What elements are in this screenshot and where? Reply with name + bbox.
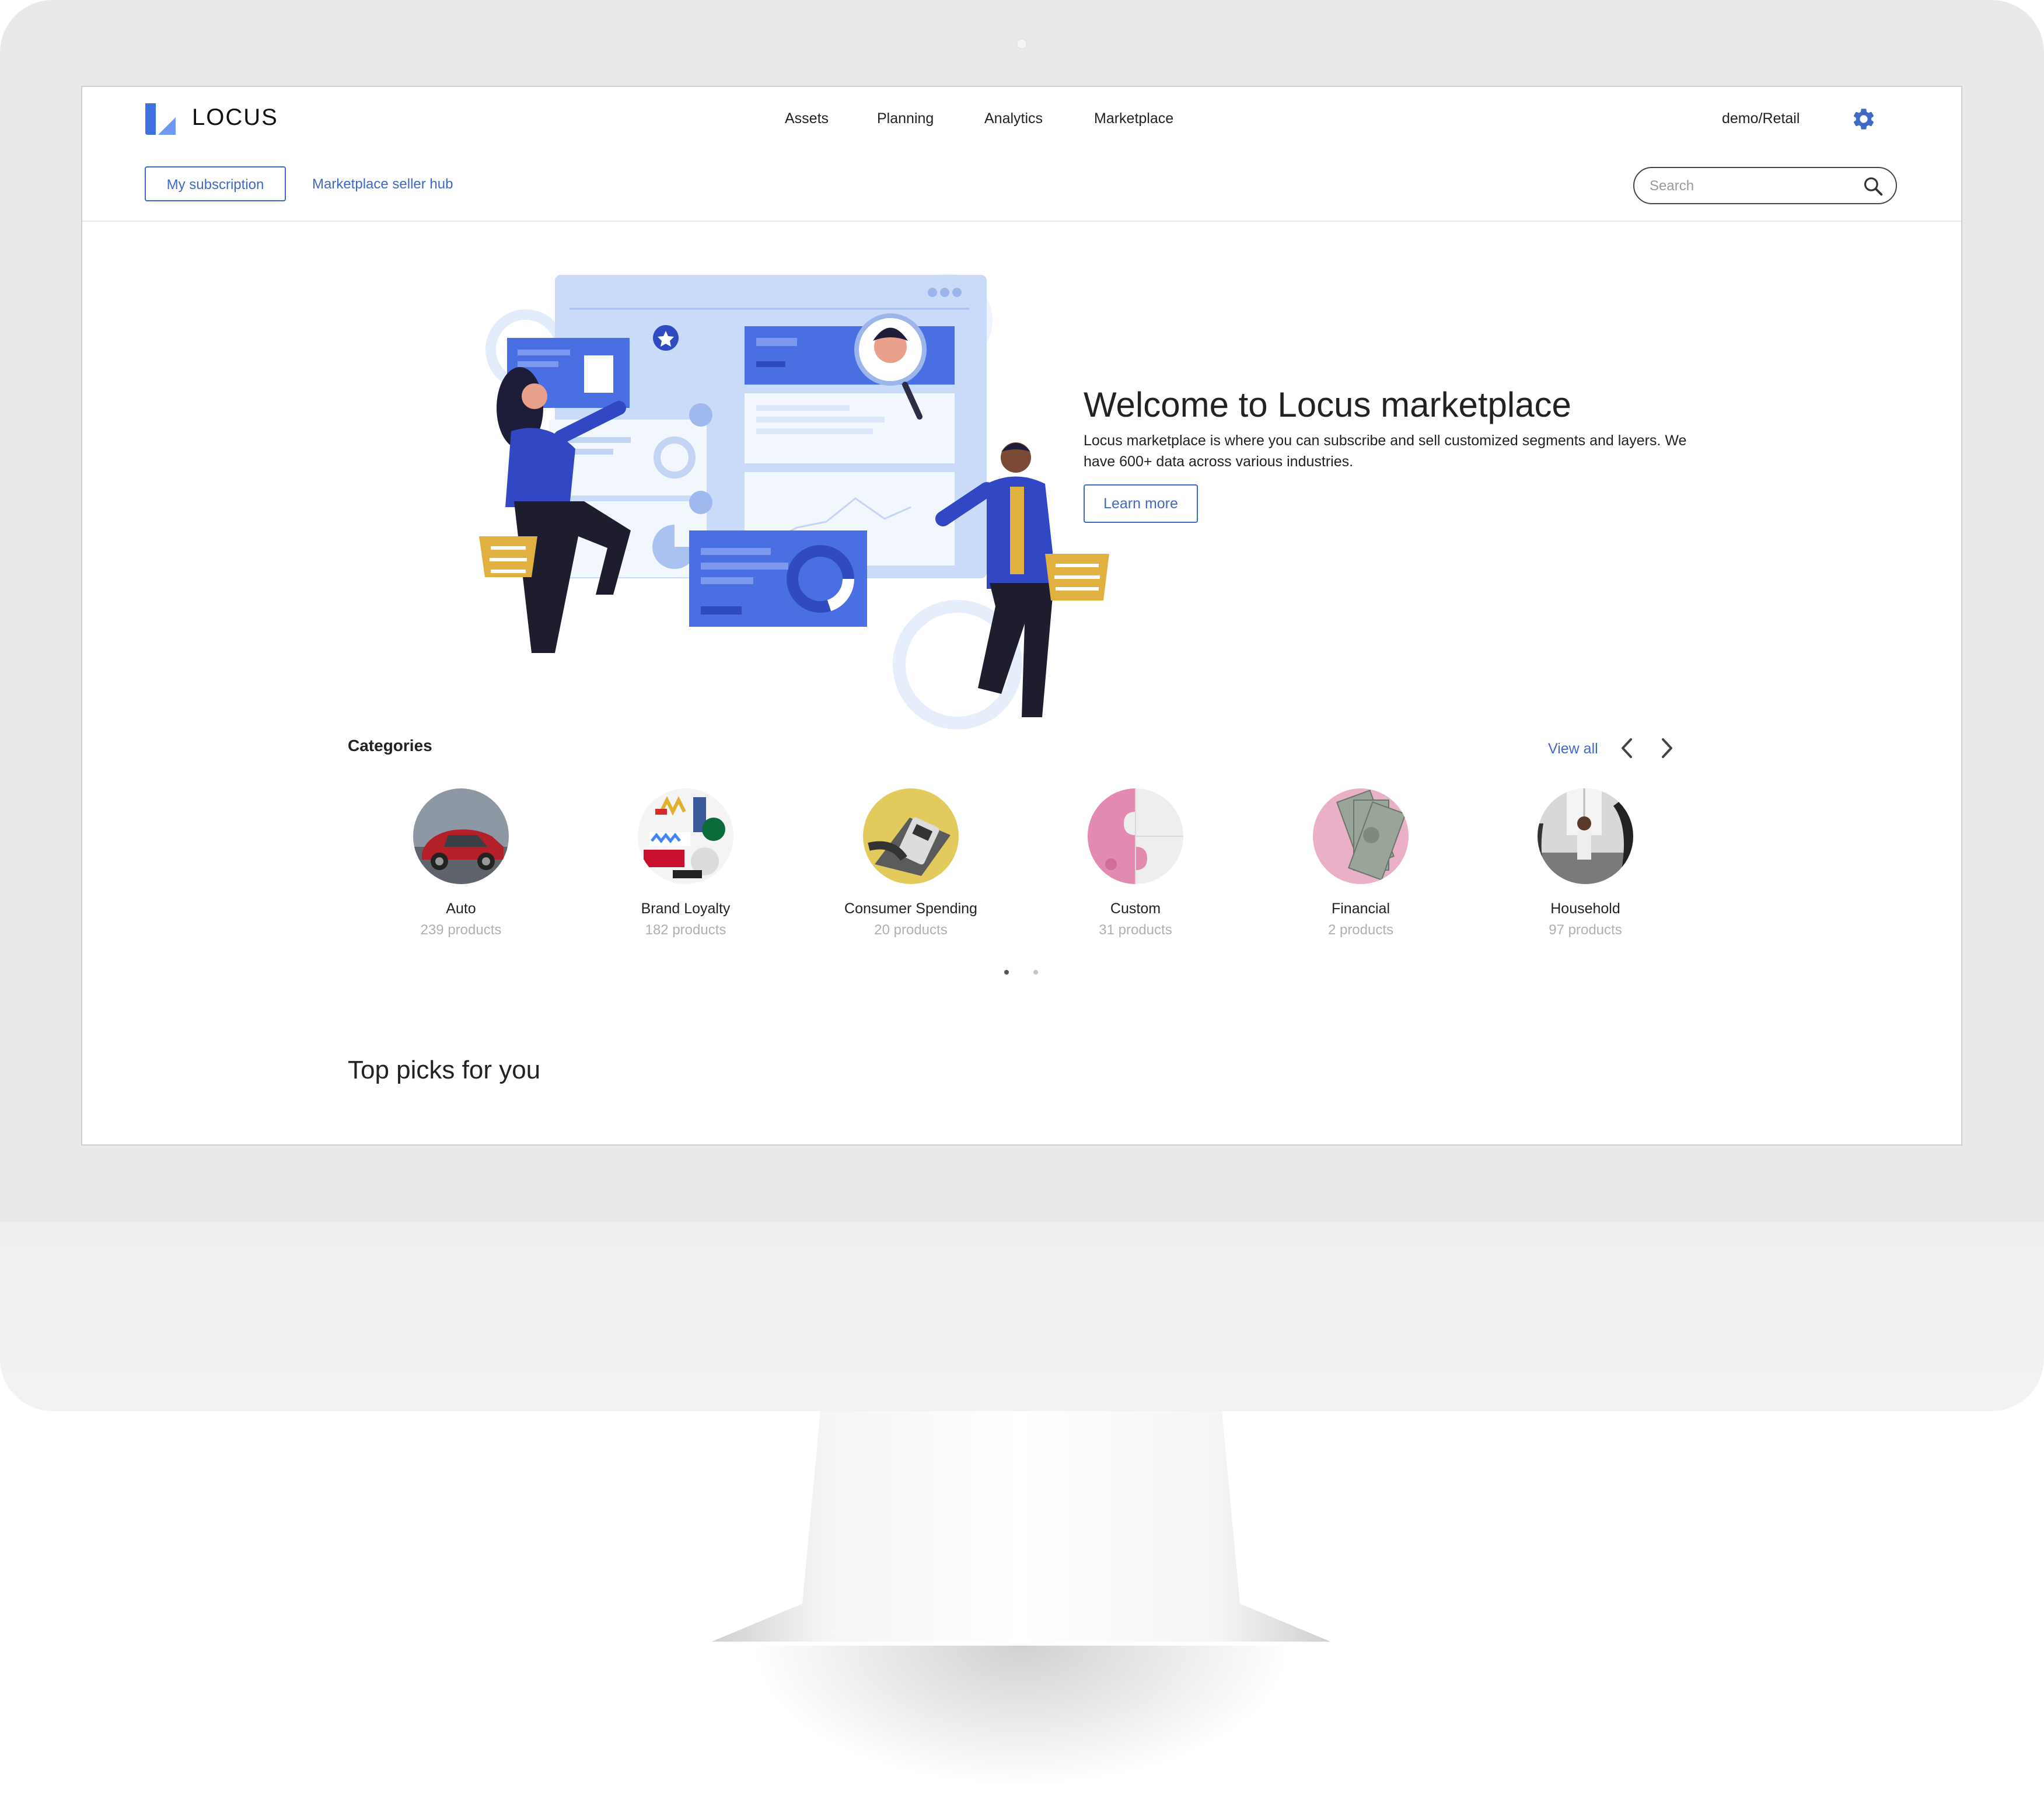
learn-more-button[interactable]: Learn more: [1084, 484, 1198, 523]
hero-illustration: [479, 274, 1109, 729]
hero-title: Welcome to Locus marketplace: [1084, 385, 1571, 424]
account-name[interactable]: demo/Retail: [1722, 110, 1800, 127]
category-count: 20 products: [874, 922, 948, 938]
category-image-custom: [1088, 788, 1183, 884]
category-image-brand-loyalty: [638, 788, 733, 884]
nav-analytics[interactable]: Analytics: [984, 110, 1043, 127]
category-name: Auto: [446, 900, 476, 917]
category-count: 2 products: [1327, 922, 1394, 938]
seller-hub-link[interactable]: Marketplace seller hub: [312, 176, 453, 193]
category-custom[interactable]: Custom 31 products: [1030, 788, 1241, 938]
category-image-household: [1538, 788, 1633, 884]
screen: LOCUS Assets Planning Analytics Marketpl…: [81, 86, 1962, 1146]
category-household[interactable]: Household 97 products: [1480, 788, 1690, 938]
category-name: Household: [1550, 900, 1620, 917]
view-all-link[interactable]: View all: [1548, 741, 1598, 757]
chevron-right-icon[interactable]: [1656, 736, 1677, 760]
category-name: Consumer Spending: [844, 900, 977, 917]
categories-title: Categories: [348, 736, 432, 755]
category-name: Financial: [1331, 900, 1390, 917]
category-image-financial: [1313, 788, 1409, 884]
locus-logo-icon[interactable]: [144, 103, 177, 135]
my-subscription-button[interactable]: My subscription: [145, 166, 286, 201]
gear-icon[interactable]: [1851, 106, 1877, 132]
camera-dot: [1016, 39, 1027, 49]
carousel-dot[interactable]: [1033, 970, 1038, 975]
top-picks-title: Top picks for you: [348, 1056, 541, 1084]
category-name: Custom: [1110, 900, 1161, 917]
category-count: 239 products: [420, 922, 502, 938]
category-count: 97 products: [1549, 922, 1622, 938]
category-count: 182 products: [645, 922, 726, 938]
nav-assets[interactable]: Assets: [785, 110, 829, 127]
hero-description: Locus marketplace is where you can subsc…: [1084, 432, 1687, 470]
search-input[interactable]: [1648, 176, 1861, 196]
category-image-auto: [413, 788, 509, 884]
category-auto[interactable]: Auto 239 products: [356, 788, 566, 938]
stand-shadow: [729, 1646, 1313, 1797]
monitor-stand: [712, 1411, 1330, 1642]
top-nav-bar: LOCUS Assets Planning Analytics Marketpl…: [82, 87, 1961, 152]
carousel-dot-active[interactable]: [1004, 970, 1009, 975]
category-consumer-spending[interactable]: Consumer Spending 20 products: [806, 788, 1016, 938]
brand-name[interactable]: LOCUS: [192, 104, 278, 131]
category-financial[interactable]: Financial 2 products: [1256, 788, 1466, 938]
nav-marketplace[interactable]: Marketplace: [1094, 110, 1173, 127]
category-count: 31 products: [1099, 922, 1172, 938]
search-box[interactable]: [1633, 167, 1897, 204]
nav-planning[interactable]: Planning: [877, 110, 934, 127]
category-image-consumer-spending: [863, 788, 959, 884]
category-name: Brand Loyalty: [641, 900, 731, 917]
search-icon[interactable]: [1862, 175, 1884, 197]
category-brand-loyalty[interactable]: Brand Loyalty 182 products: [581, 788, 791, 938]
chevron-left-icon[interactable]: [1617, 736, 1638, 760]
